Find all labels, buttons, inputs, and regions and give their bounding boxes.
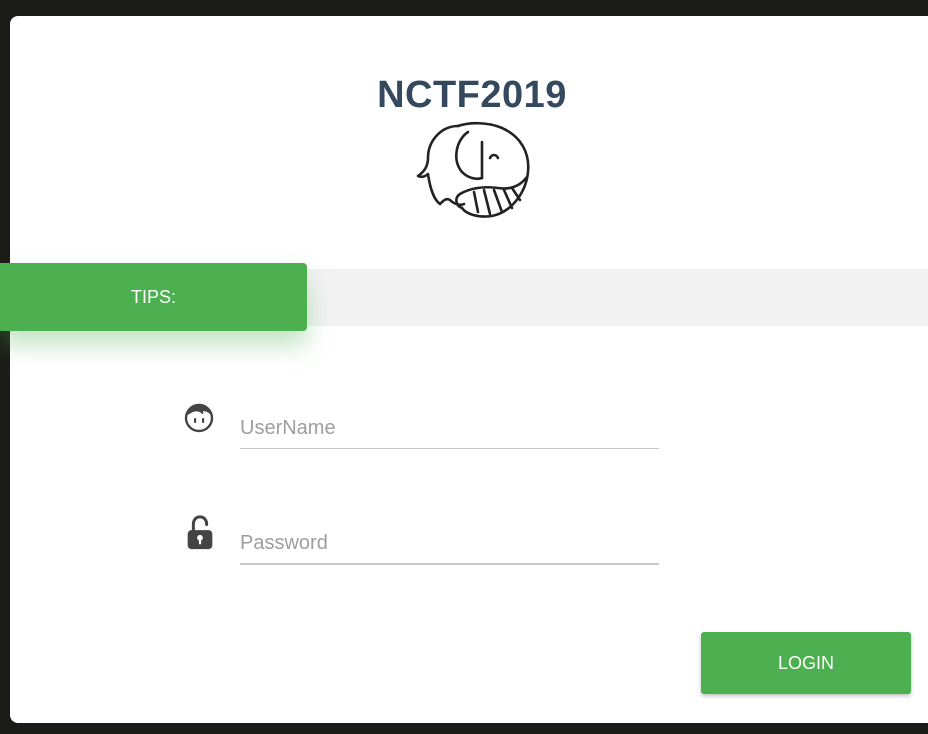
login-button[interactable]: LOGIN bbox=[701, 632, 911, 694]
tips-tab: TIPS: bbox=[0, 263, 307, 331]
password-input[interactable] bbox=[240, 523, 659, 565]
tips-label: TIPS: bbox=[130, 286, 176, 307]
username-input[interactable] bbox=[240, 408, 659, 449]
unlock-icon bbox=[187, 515, 213, 550]
user-face-icon bbox=[184, 403, 214, 433]
page-title: NCTF2019 bbox=[377, 74, 567, 116]
elephant-icon bbox=[416, 121, 530, 218]
